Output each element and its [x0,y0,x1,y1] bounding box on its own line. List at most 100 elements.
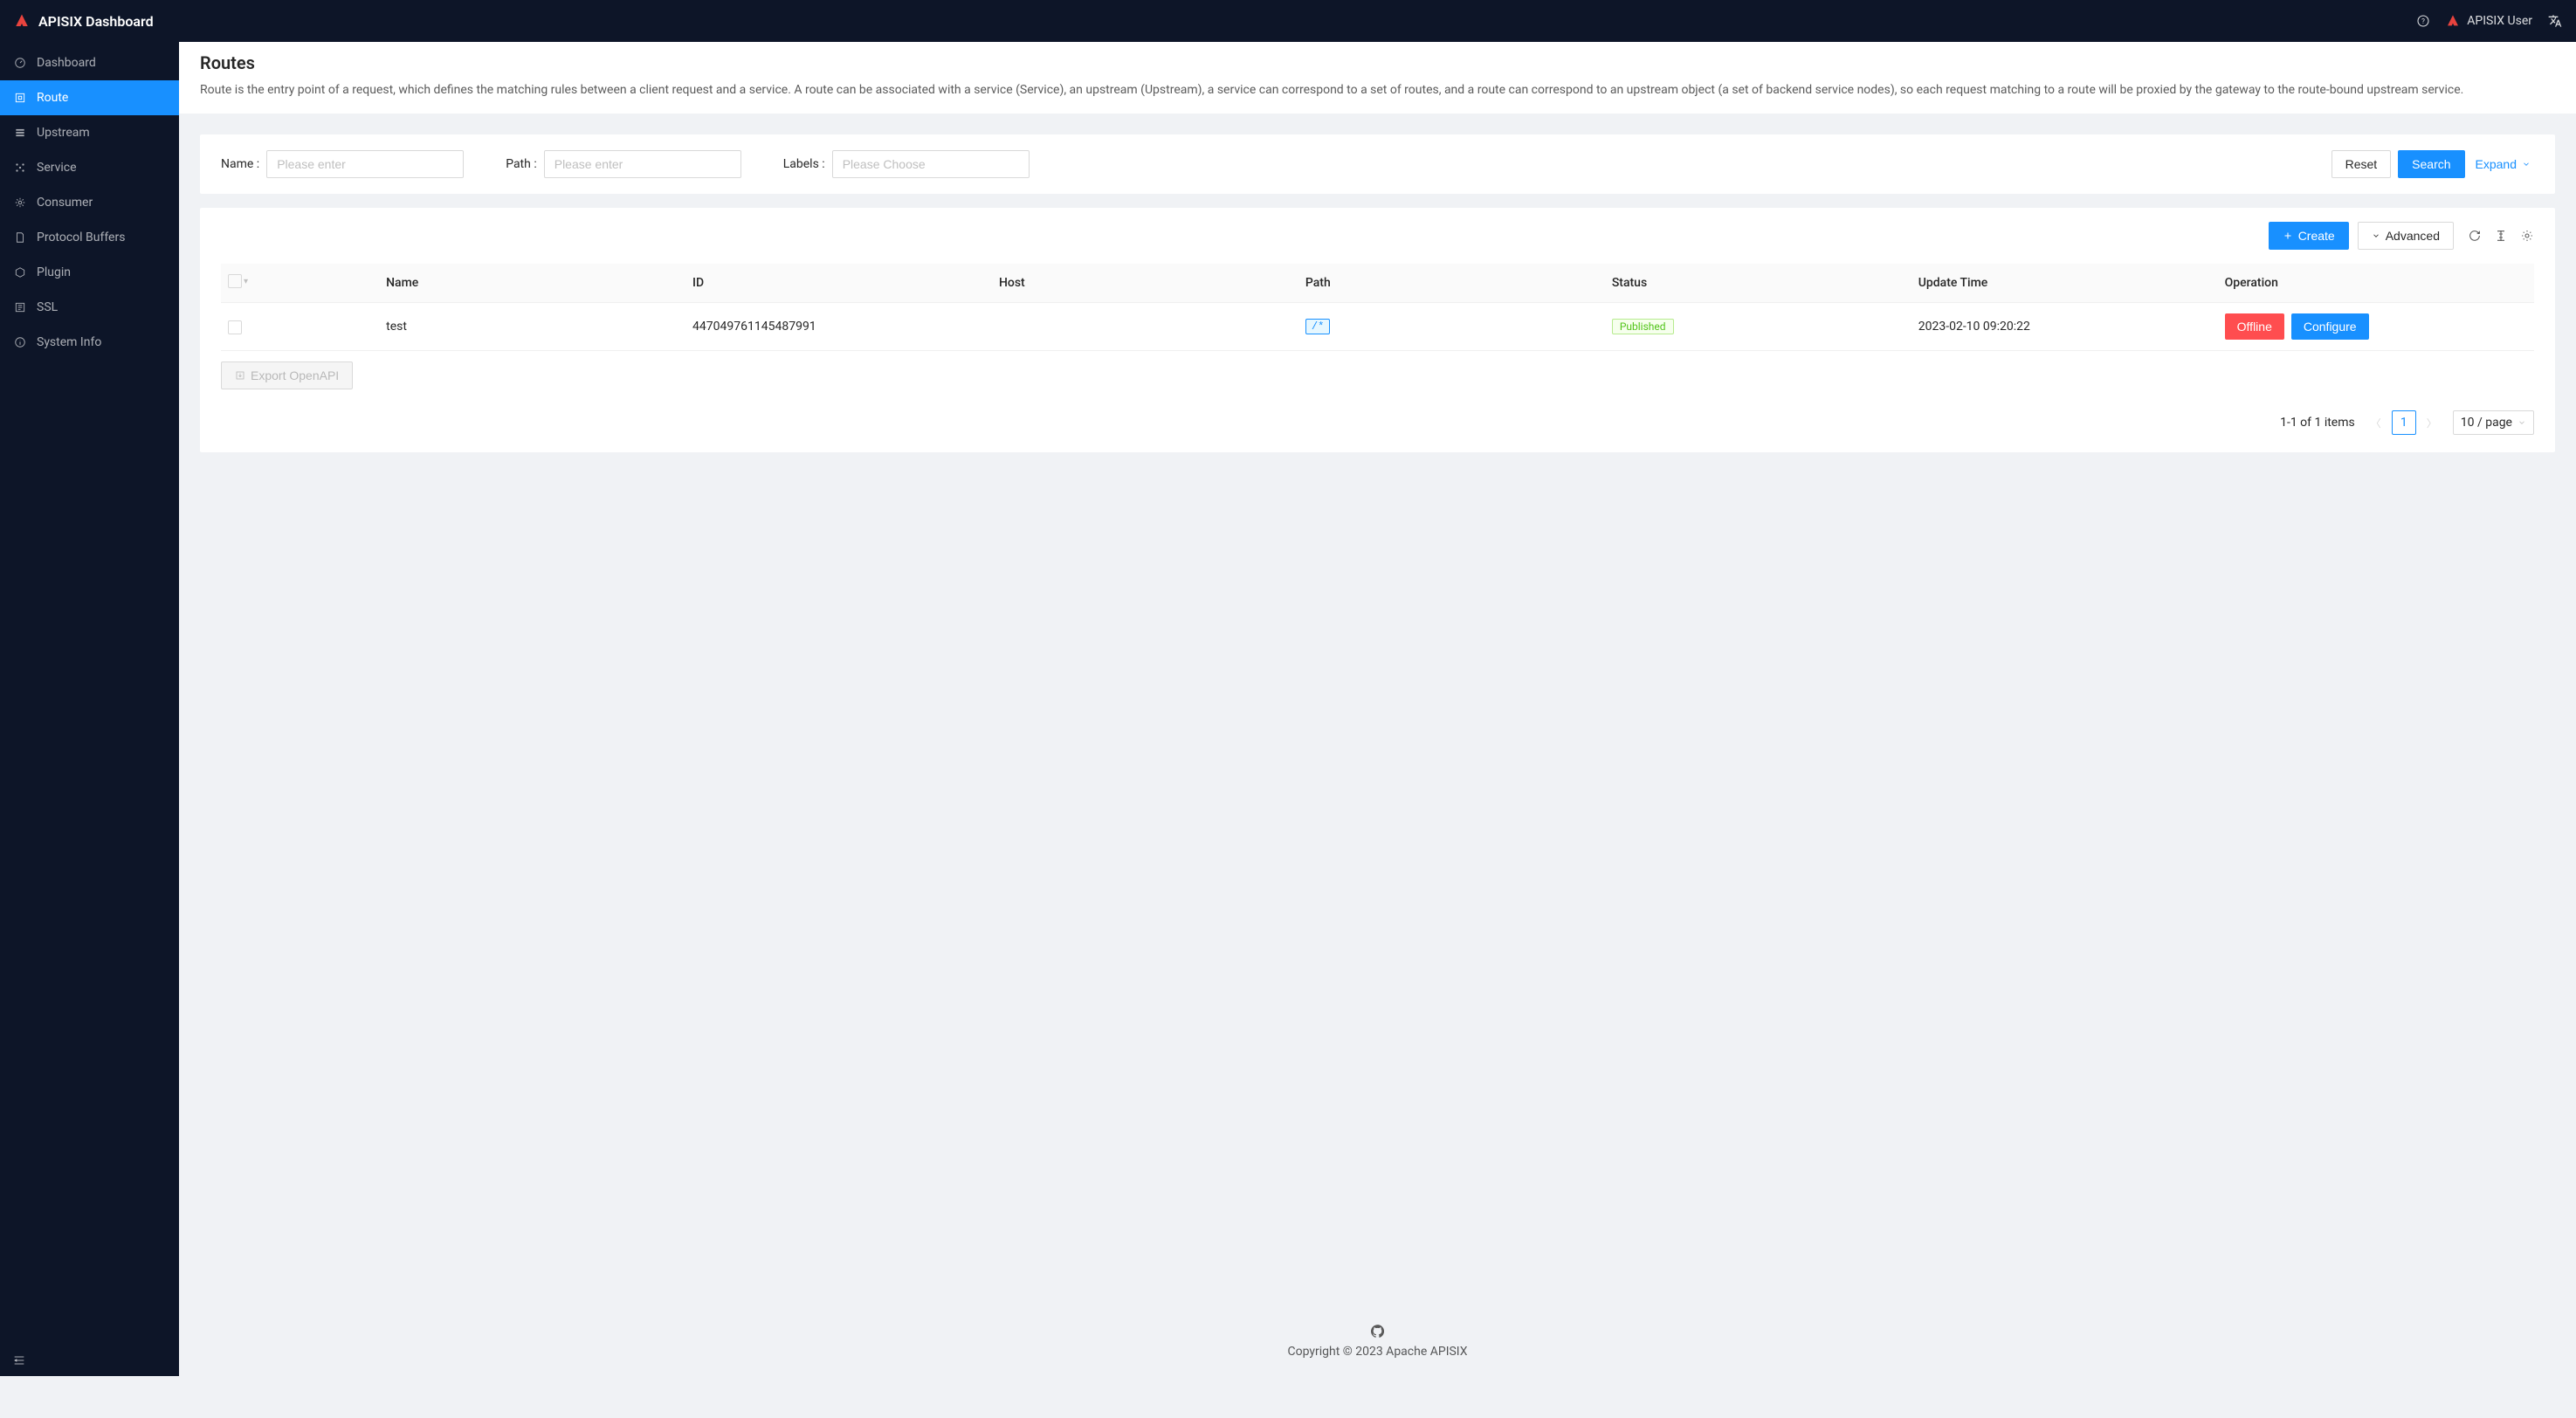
user-name: APISIX User [2467,14,2532,28]
expand-label: Expand [2476,157,2517,171]
page-header: Routes Route is the entry point of a req… [179,42,2576,114]
expand-button[interactable]: Expand [2472,150,2534,178]
page-number[interactable]: 1 [2392,410,2416,435]
col-status: Status [1605,264,1911,303]
export-icon [235,370,245,381]
svg-text:?: ? [2421,17,2425,25]
settings-icon[interactable] [2520,229,2534,243]
table-row: test 447049761145487991 /* Published 202… [221,303,2534,351]
ssl-icon [14,301,26,313]
row-checkbox[interactable] [228,320,242,334]
export-label: Export OpenAPI [251,368,339,382]
page-title: Routes [200,52,2555,73]
footer: Copyright © 2023 Apache APISIX [179,1304,2576,1376]
user-logo-icon [2446,14,2460,28]
consumer-icon [14,196,26,209]
sidebar-item-service[interactable]: Service [0,150,179,185]
cell-path: /* [1305,319,1330,334]
upstream-icon [14,127,26,139]
sidebar-item-label: Service [37,161,77,175]
sidebar-item-system-info[interactable]: System Info [0,325,179,360]
collapse-sidebar-icon[interactable] [12,1353,167,1367]
main-content: Routes Route is the entry point of a req… [179,42,2576,1376]
prev-page-button[interactable]: 〈 [2367,416,2385,430]
pagination-summary: 1-1 of 1 items [2280,416,2355,430]
chevron-down-icon [2517,418,2526,427]
logo-icon [14,13,30,29]
search-bar: Name Path Labels Reset Search Expand [200,134,2555,194]
advanced-button[interactable]: Advanced [2358,222,2454,250]
search-button[interactable]: Search [2398,150,2464,178]
dashboard-icon [14,57,26,69]
name-input[interactable] [266,150,464,178]
sidebar-item-upstream[interactable]: Upstream [0,115,179,150]
reload-icon[interactable] [2468,229,2482,243]
path-input[interactable] [544,150,741,178]
sidebar-item-label: Consumer [37,196,93,210]
col-path: Path [1298,264,1605,303]
copyright: Copyright © 2023 Apache APISIX [179,1345,2576,1359]
sidebar-item-label: Route [37,91,68,105]
select-all-checkbox[interactable]: ▾ [228,274,248,288]
sidebar: Dashboard Route Upstream Service Consume… [0,42,179,1376]
col-name: Name [379,264,685,303]
chevron-down-icon [2372,231,2380,240]
name-label: Name [221,157,259,171]
github-icon[interactable] [179,1325,2576,1338]
path-label: Path [506,157,537,171]
sidebar-item-plugin[interactable]: Plugin [0,255,179,290]
table-header-row: ▾ Name ID Host Path Status Update Time O… [221,264,2534,303]
advanced-label: Advanced [2386,229,2440,243]
page-description: Route is the entry point of a request, w… [200,80,2555,100]
create-label: Create [2298,229,2335,243]
user-menu[interactable]: APISIX User [2446,14,2532,28]
cell-status: Published [1612,319,1674,334]
create-button[interactable]: Create [2269,222,2349,250]
page-size-label: 10 / page [2461,416,2512,430]
sidebar-item-label: Upstream [37,126,90,140]
sidebar-item-label: Plugin [37,265,71,279]
cell-update-time: 2023-02-10 09:20:22 [1911,303,2218,351]
route-icon [14,92,26,104]
page-size-select[interactable]: 10 / page [2453,410,2534,435]
configure-button[interactable]: Configure [2291,313,2369,340]
sidebar-item-label: Dashboard [37,56,96,70]
chevron-down-icon [2522,160,2531,169]
plus-icon [2283,231,2293,241]
col-host: Host [992,264,1298,303]
sidebar-item-protocol-buffers[interactable]: Protocol Buffers [0,220,179,255]
chevron-down-icon: ▾ [244,277,248,286]
file-icon [14,231,26,244]
help-icon[interactable]: ? [2416,14,2430,28]
labels-label: Labels [783,157,825,171]
sidebar-item-label: System Info [37,335,101,349]
pagination: 1-1 of 1 items 〈 1 〉 10 / page [221,410,2534,435]
cell-id: 447049761145487991 [685,303,992,351]
routes-table: ▾ Name ID Host Path Status Update Time O… [221,264,2534,351]
col-operation: Operation [2218,264,2534,303]
sidebar-item-dashboard[interactable]: Dashboard [0,45,179,80]
col-update-time: Update Time [1911,264,2218,303]
sidebar-item-label: SSL [37,300,58,314]
reset-button[interactable]: Reset [2331,150,2392,178]
density-icon[interactable] [2494,229,2508,243]
sidebar-item-route[interactable]: Route [0,80,179,115]
service-icon [14,162,26,174]
language-icon[interactable] [2548,14,2562,28]
routes-table-card: Create Advanced [200,208,2555,452]
info-icon [14,336,26,348]
offline-button[interactable]: Offline [2225,313,2284,340]
cell-name: test [379,303,685,351]
sidebar-item-label: Protocol Buffers [37,231,125,244]
app-header: APISIX Dashboard ? APISIX User [0,0,2576,42]
labels-select[interactable] [832,150,1030,178]
export-openapi-button[interactable]: Export OpenAPI [221,361,353,389]
next-page-button[interactable]: 〉 [2423,416,2441,430]
sidebar-item-consumer[interactable]: Consumer [0,185,179,220]
cell-host [992,303,1298,351]
app-title: APISIX Dashboard [38,13,154,30]
sidebar-item-ssl[interactable]: SSL [0,290,179,325]
sidebar-menu: Dashboard Route Upstream Service Consume… [0,42,179,363]
plugin-icon [14,266,26,279]
col-id: ID [685,264,992,303]
